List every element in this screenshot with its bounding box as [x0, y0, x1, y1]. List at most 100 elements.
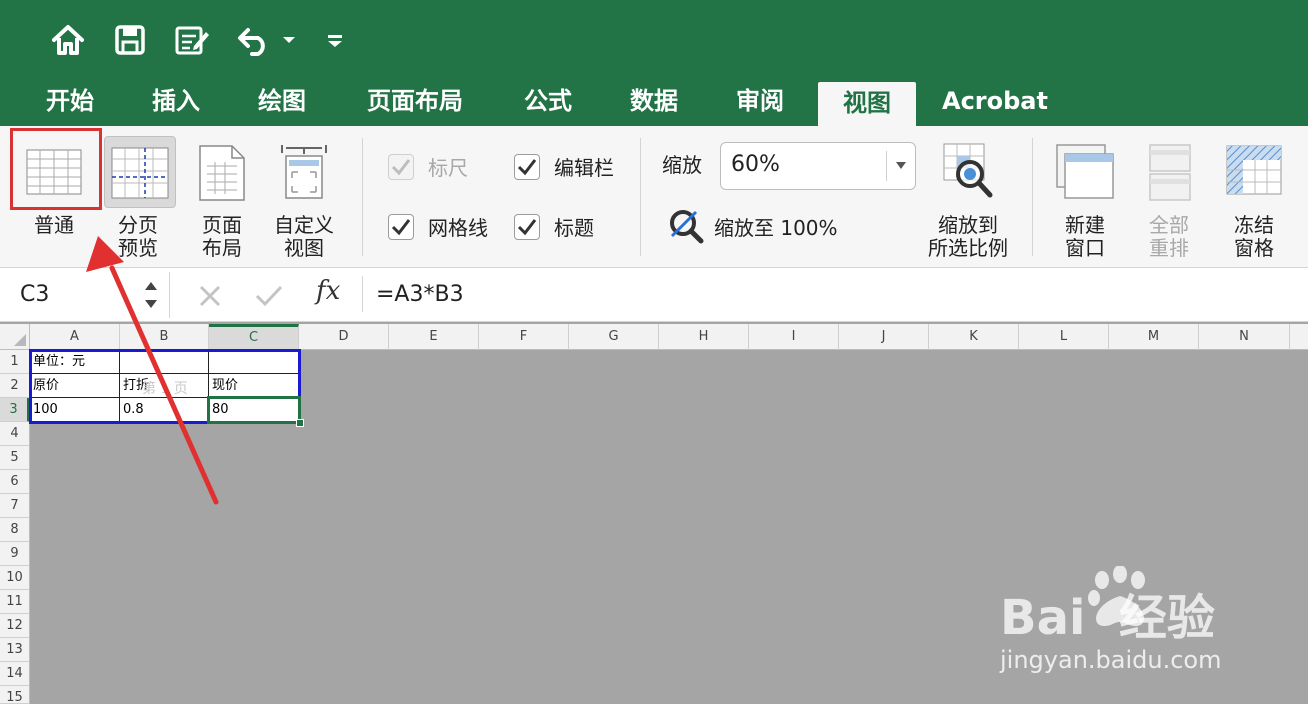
arrange-all-label: 全部 重排	[1149, 213, 1189, 260]
cell-b1[interactable]	[120, 350, 209, 374]
column-header-i[interactable]: I	[749, 324, 839, 350]
zoom-label: 缩放	[662, 153, 702, 177]
ruler-checkbox[interactable]: 标尺	[388, 152, 468, 181]
tab-draw[interactable]: 绘图	[240, 80, 324, 126]
cell-b3[interactable]: 0.8	[120, 398, 209, 422]
row-header-13[interactable]: 13	[0, 638, 30, 662]
freeze-panes-icon	[1226, 145, 1282, 195]
page-layout-icon	[199, 145, 245, 201]
row-header-9[interactable]: 9	[0, 542, 30, 566]
cancel-icon[interactable]	[198, 284, 222, 308]
column-header-j[interactable]: J	[839, 324, 929, 350]
ribbon-tabs: 开始 插入 绘图 页面布局 公式 数据 审阅 视图 Acrobat	[0, 80, 1308, 126]
row-header-6[interactable]: 6	[0, 470, 30, 494]
row-header-2[interactable]: 2	[0, 374, 30, 398]
row-header-15[interactable]: 15	[0, 686, 30, 704]
cell-a3[interactable]: 100	[30, 398, 120, 422]
page-break-icon	[111, 147, 169, 199]
column-header-g[interactable]: G	[569, 324, 659, 350]
page-break-preview-button[interactable]	[104, 136, 176, 208]
chevron-down-icon	[896, 162, 906, 169]
home-icon[interactable]	[50, 22, 86, 58]
dropdown-divider	[886, 151, 887, 181]
row-header-11[interactable]: 11	[0, 590, 30, 614]
new-window-button[interactable]	[1054, 142, 1116, 202]
zoom-select[interactable]: 60%	[720, 142, 916, 190]
stepper-icon[interactable]	[143, 278, 159, 312]
dropdown-arrow-icon[interactable]	[274, 22, 304, 58]
custom-views-label: 自定义 视图	[274, 213, 334, 260]
column-header-f[interactable]: F	[479, 324, 569, 350]
page-layout-button[interactable]	[192, 140, 252, 204]
new-window-label: 新建 窗口	[1065, 213, 1105, 260]
custom-views-button[interactable]	[272, 140, 336, 204]
row-header-1[interactable]: 1	[0, 350, 30, 374]
confirm-icon[interactable]	[254, 284, 284, 308]
column-header-c[interactable]: C	[209, 324, 299, 350]
formula-divider	[362, 276, 363, 312]
column-header-b[interactable]: B	[120, 324, 209, 350]
tab-page-layout[interactable]: 页面布局	[350, 80, 480, 126]
edit-document-icon[interactable]	[174, 22, 210, 58]
row-header-7[interactable]: 7	[0, 494, 30, 518]
freeze-panes-button[interactable]	[1224, 144, 1284, 200]
arrange-all-icon	[1149, 144, 1191, 201]
column-header-n[interactable]: N	[1199, 324, 1290, 350]
arrange-all-button[interactable]	[1146, 142, 1194, 202]
zoom-100-button[interactable]: 缩放至 100%	[668, 206, 838, 246]
tab-formulas[interactable]: 公式	[506, 80, 590, 126]
select-all-corner[interactable]	[0, 324, 30, 350]
cell-c3[interactable]: 80	[209, 398, 299, 422]
tab-home[interactable]: 开始	[28, 80, 112, 126]
row-header-8[interactable]: 8	[0, 518, 30, 542]
column-header-m[interactable]: M	[1109, 324, 1199, 350]
page-break-label: 分页 预览	[118, 213, 158, 260]
column-header-e[interactable]: E	[389, 324, 479, 350]
formula-bar-checkbox[interactable]: 编辑栏	[514, 152, 614, 181]
row-header-3[interactable]: 3	[0, 398, 30, 422]
cell-a1[interactable]: 单位：元	[30, 350, 120, 374]
normal-view-icon	[26, 149, 82, 195]
ribbon: 普通 分页 预览 页面 布局 自定义 视图 标尺 编辑栏 网格线 标题 缩放 6…	[0, 126, 1308, 268]
column-header-d[interactable]: D	[299, 324, 389, 350]
customize-toolbar-icon[interactable]	[320, 22, 350, 58]
normal-view-label: 普通	[34, 213, 74, 237]
column-header-k[interactable]: K	[929, 324, 1019, 350]
tab-data[interactable]: 数据	[612, 80, 696, 126]
tab-insert[interactable]: 插入	[134, 80, 218, 126]
cell-c1[interactable]	[209, 350, 299, 374]
function-icon[interactable]: fx	[316, 276, 340, 306]
cell-c2[interactable]: 现价	[209, 374, 299, 398]
tab-review[interactable]: 审阅	[718, 80, 802, 126]
ribbon-separator	[640, 138, 641, 256]
zoom-to-selection-button[interactable]	[940, 138, 996, 200]
cell-a2[interactable]: 原价	[30, 374, 120, 398]
freeze-panes-label: 冻结 窗格	[1234, 213, 1274, 260]
tab-acrobat[interactable]: Acrobat	[936, 80, 1054, 126]
undo-icon[interactable]	[236, 22, 272, 58]
column-header-a[interactable]: A	[30, 324, 120, 350]
new-window-icon	[1056, 144, 1114, 199]
checkmark-icon	[514, 153, 540, 180]
fill-handle[interactable]	[296, 419, 304, 427]
headings-checkbox[interactable]: 标题	[514, 212, 594, 241]
save-icon[interactable]	[112, 22, 148, 58]
formula-input[interactable]: =A3*B3	[376, 282, 464, 307]
magnifier-icon	[670, 210, 704, 244]
tab-view[interactable]: 视图	[818, 82, 916, 126]
gridlines-checkbox[interactable]: 网格线	[388, 212, 488, 241]
row-header-14[interactable]: 14	[0, 662, 30, 686]
name-box[interactable]: C3	[4, 272, 170, 318]
normal-view-button[interactable]	[10, 128, 102, 210]
column-header-h[interactable]: H	[659, 324, 749, 350]
column-header-l[interactable]: L	[1019, 324, 1109, 350]
page-layout-label: 页面 布局	[202, 213, 242, 260]
row-header-12[interactable]: 12	[0, 614, 30, 638]
name-box-value: C3	[20, 282, 50, 307]
zoom-to-selection-label: 缩放到 所选比例	[928, 213, 1008, 260]
row-header-4[interactable]: 4	[0, 422, 30, 446]
row-header-5[interactable]: 5	[0, 446, 30, 470]
row-header-10[interactable]: 10	[0, 566, 30, 590]
zoom-value: 60%	[731, 152, 780, 177]
formula-bar: C3 fx =A3*B3	[0, 268, 1308, 322]
